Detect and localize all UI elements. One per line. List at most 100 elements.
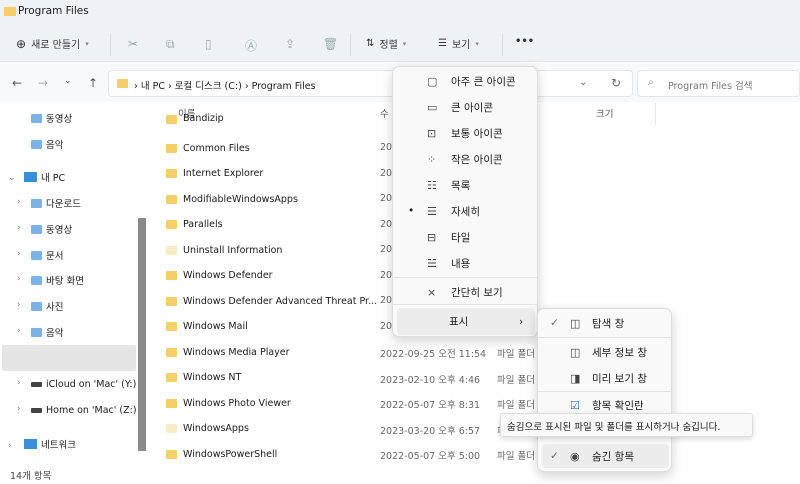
show-menu-item[interactable]: ✓ ◫ 탐색 창 (538, 311, 671, 335)
folder-icon (166, 169, 177, 178)
show-menu-item[interactable]: ◫ 세부 정보 창 (538, 340, 671, 364)
rename-icon[interactable]: Ⓐ (245, 37, 257, 54)
file-name: WindowsPowerShell (183, 448, 278, 460)
column-header-date[interactable]: 수 (380, 106, 389, 120)
view-menu-item[interactable]: ☱ 내용 (393, 251, 537, 275)
sidebar-item-network[interactable]: 네트워크 (24, 433, 76, 455)
view-menu: ▢ 아주 큰 아이콘 ▭ 큰 아이콘 ⊡ 보통 아이콘 ⁘ 작은 아이콘 ☷ 목록 • ☰ 자세히 ⊟ 타일… (392, 66, 538, 337)
breadcrumb-pc[interactable]: 내 PC (141, 81, 165, 92)
sidebar-item[interactable]: 동영상 (31, 218, 72, 240)
back-icon[interactable]: ← (12, 76, 22, 90)
folder-icon (166, 449, 177, 459)
table-row[interactable]: WindowsPowerShell (166, 443, 277, 465)
file-date: 20 (380, 320, 393, 332)
show-menu-item[interactable]: ◨ 미리 보기 창 (538, 366, 671, 390)
table-row[interactable]: Windows Defender Advanced Threat Pr... (166, 290, 377, 312)
sort-button[interactable]: ⇅ 정렬 ▾ (366, 36, 406, 51)
paste-icon[interactable]: ▯ (205, 37, 212, 51)
table-row[interactable]: Windows NT (166, 367, 241, 389)
new-button[interactable]: ⊕ 새로 만들기 ▾ (16, 36, 89, 52)
address-bar[interactable]: › 내 PC › 로컬 디스크 (C:) › Program Files ⌄ ↻ (108, 70, 633, 97)
chevron-right-icon[interactable]: › (17, 326, 21, 336)
file-type: 파일 폴더 (497, 349, 535, 360)
sidebar-item[interactable]: 바탕 화면 (31, 269, 84, 291)
folder-icon (166, 194, 177, 204)
recent-chevron-icon[interactable]: ⌄ (64, 76, 72, 86)
chevron-right-icon[interactable]: › (17, 223, 21, 233)
selected-bullet-icon: • (408, 205, 415, 217)
folder-icon (166, 322, 177, 331)
view-menu-item[interactable]: ▢ 아주 큰 아이콘 (393, 69, 537, 93)
forward-icon[interactable]: → (38, 76, 48, 90)
sidebar-item[interactable]: Home on 'Mac' (Z:) (31, 399, 137, 421)
view-button[interactable]: ☰ 보기 ▾ (438, 36, 479, 51)
cut-icon[interactable]: ✂ (128, 37, 138, 51)
view-menu-item[interactable]: ⁘ 작은 아이콘 (393, 147, 537, 171)
delete-icon[interactable]: 🗑 (323, 37, 338, 51)
tiles-icon: ⊟ (427, 230, 437, 244)
refresh-icon[interactable]: ↻ (611, 76, 621, 90)
file-name: Windows Photo Viewer (183, 397, 291, 409)
view-menu-item[interactable]: ▭ 큰 아이콘 (393, 95, 537, 119)
show-menu-item[interactable]: ✓ ◉ 숨긴 항목 (542, 444, 669, 468)
chevron-right-icon[interactable]: › (17, 404, 21, 414)
table-row[interactable]: Internet Explorer (166, 163, 263, 185)
more-icon[interactable]: ••• (515, 36, 534, 47)
search-box[interactable]: ⌕ Program Files 검색 (637, 70, 800, 97)
file-type: 파일 폴더 (497, 374, 535, 386)
file-name: Internet Explorer (183, 168, 264, 179)
table-row[interactable]: Windows Defender (166, 265, 273, 287)
view-menu-item[interactable]: ⊟ 타일 (393, 225, 537, 249)
folder-icon (166, 115, 177, 124)
sidebar-scrollbar[interactable] (138, 218, 146, 451)
chevron-right-icon[interactable]: › (17, 197, 21, 207)
item-checkbox-icon: ☑ (570, 398, 580, 412)
chevron-right-icon[interactable]: › (17, 378, 21, 388)
chevron-right-icon[interactable]: › (17, 249, 21, 259)
breadcrumb-drive[interactable]: 로컬 디스크 (C:) (175, 81, 242, 92)
title-bar: Program Files (0, 0, 800, 28)
table-row[interactable]: ModifiableWindowsApps (166, 188, 298, 210)
network-drive-icon (31, 381, 42, 387)
table-row[interactable]: Windows Media Player (166, 341, 290, 363)
up-icon[interactable]: ↑ (88, 76, 98, 90)
view-menu-item[interactable]: • ☰ 자세히 (393, 199, 537, 223)
file-date: 2022-05-07 오후 8:31 (380, 400, 481, 411)
chevron-down-icon[interactable]: ⌄ (8, 173, 16, 183)
view-menu-item[interactable]: ☷ 목록 (393, 173, 537, 197)
table-row[interactable]: Parallels (166, 214, 223, 236)
table-row[interactable]: Windows Mail (166, 316, 248, 338)
table-row[interactable]: Uninstall Information (166, 239, 282, 261)
view-menu-item[interactable]: ⨯ 간단히 보기 (393, 280, 537, 304)
sidebar-item[interactable]: 음악 (31, 321, 63, 343)
view-menu-item[interactable]: › 표시 (397, 308, 535, 335)
copy-icon[interactable]: ⧉ (166, 37, 175, 52)
music-folder-icon (31, 327, 42, 337)
sidebar-item[interactable]: 문서 (31, 244, 63, 266)
command-bar: ⊕ 새로 만들기 ▾ ✂ ⧉ ▯ Ⓐ ⇪ 🗑 ⇅ 정렬 ▾ ☰ 보기 ▾ ••• (0, 28, 800, 62)
search-input[interactable]: Program Files 검색 (668, 78, 752, 92)
breadcrumb-folder[interactable]: Program Files (252, 81, 316, 92)
checkmark-icon: ✓ (550, 450, 559, 462)
file-name: Parallels (183, 219, 223, 230)
sidebar-item[interactable]: 다운로드 (31, 192, 81, 214)
table-row[interactable]: Bandizip (166, 112, 224, 124)
sidebar-item-music[interactable]: 음악 (31, 133, 63, 155)
sidebar-item-this-pc[interactable]: 내 PC (24, 166, 65, 188)
share-icon[interactable]: ⇪ (285, 37, 295, 51)
column-header-size[interactable]: 크기 (596, 106, 613, 120)
view-menu-item[interactable]: ⊡ 보통 아이콘 (393, 121, 537, 145)
table-row[interactable]: Common Files (166, 137, 250, 159)
folder-icon (166, 245, 177, 255)
table-row[interactable]: Windows Photo Viewer (166, 392, 291, 414)
chevron-right-icon[interactable]: › (8, 441, 12, 451)
chevron-right-icon[interactable]: › (17, 274, 21, 284)
chevron-right-icon[interactable]: › (17, 300, 21, 310)
address-dropdown-icon[interactable]: ⌄ (579, 77, 587, 88)
network-drive-icon (31, 407, 42, 413)
file-name: Windows Mail (183, 321, 248, 332)
table-row[interactable]: WindowsApps (166, 418, 249, 440)
sidebar-item[interactable]: 사진 (31, 295, 63, 317)
sidebar-item[interactable]: iCloud on 'Mac' (Y:) (31, 373, 136, 395)
sidebar-item-videos[interactable]: 동영상 (31, 107, 72, 129)
